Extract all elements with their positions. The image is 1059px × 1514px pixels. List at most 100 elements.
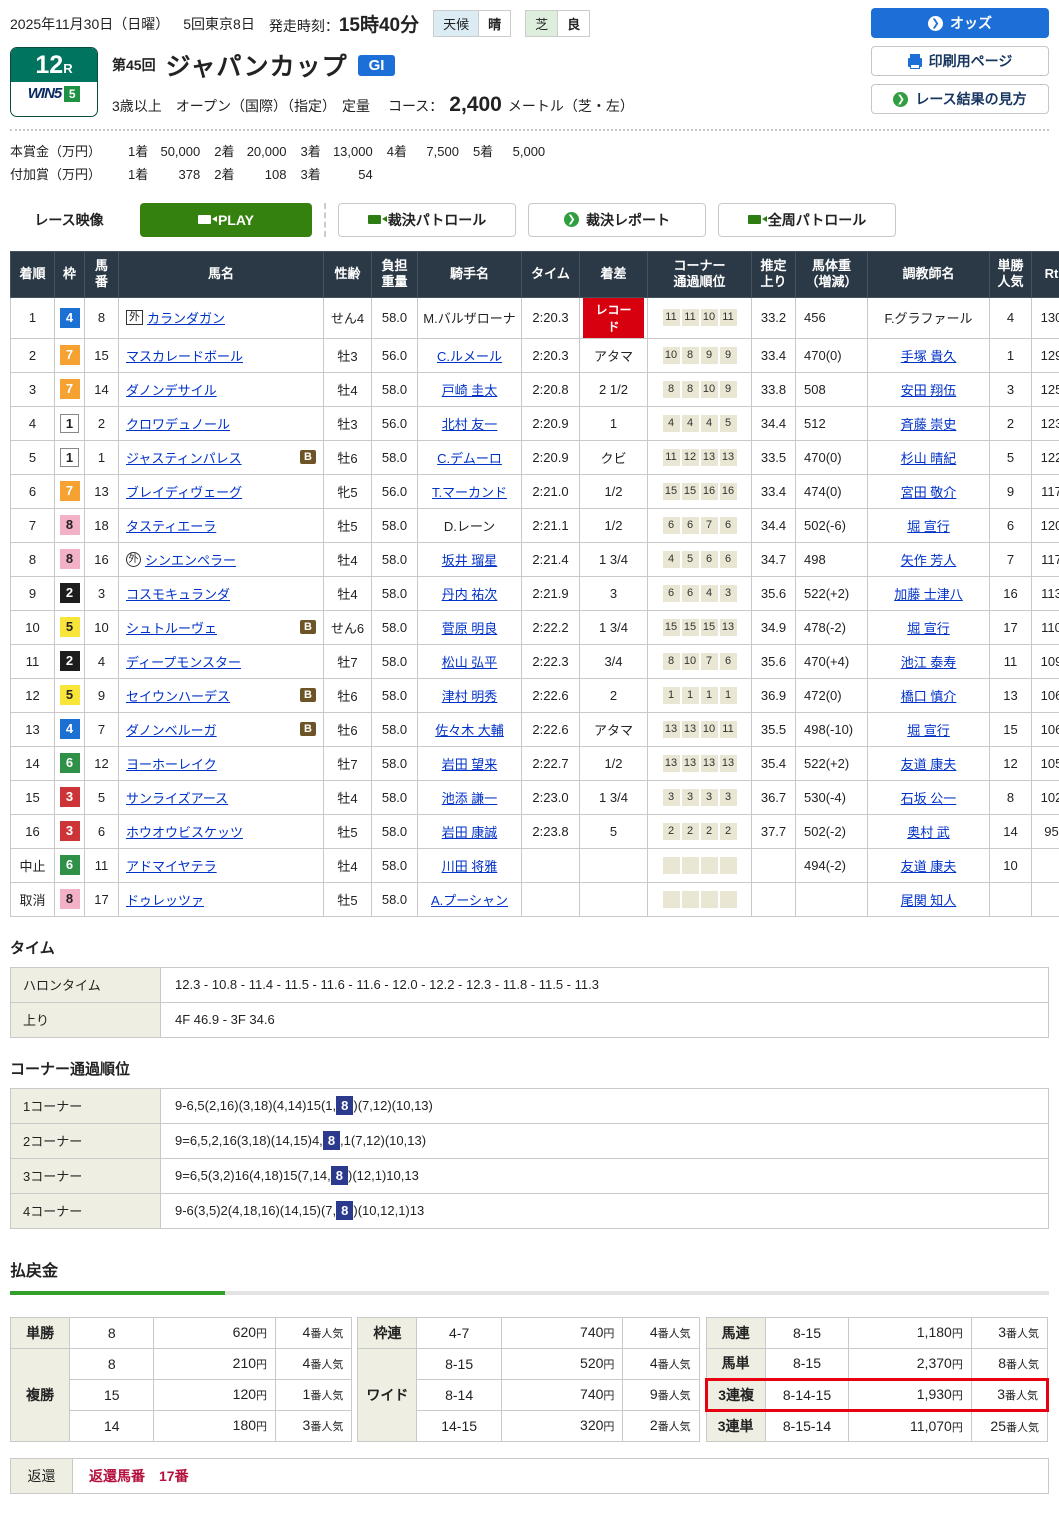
frame-number-badge: 3 [60,821,80,841]
jockey-name-link[interactable]: 池添 謙一 [442,791,498,806]
horse-weight: 522(+2) [796,576,868,610]
trainer-name-link[interactable]: 友道 康夫 [901,859,957,874]
corner-position-box: 7 [701,517,718,534]
win-popularity: 4 [990,297,1032,338]
payout-row: 馬連8-151,180円3番人気 [706,1317,1047,1348]
horse-name-link[interactable]: ヨーホーレイク [126,757,217,772]
win-popularity: 15 [990,712,1032,746]
trainer-name-link[interactable]: 斉藤 崇史 [901,417,957,432]
horse-name-link[interactable]: ホウオウビスケッツ [126,825,243,840]
payout-popularity: 4番人気 [623,1317,699,1348]
horse-weight: 456 [796,297,868,338]
horse-name-link[interactable]: ブレイディヴェーグ [126,485,242,500]
winner-number-highlight: 8 [336,1201,353,1220]
jockey-name-link[interactable]: T.マーカンド [432,485,507,500]
winner-number-highlight: 8 [336,1096,353,1115]
jockey-name-link[interactable]: 坂井 瑠星 [442,553,498,568]
trainer-name-link[interactable]: 手塚 貴久 [901,349,957,364]
trainer-name-link[interactable]: 堀 宣行 [907,519,950,534]
horse-weight: 530(-4) [796,780,868,814]
jockey-cell: 佐々木 大輔 [418,712,522,746]
payout-popularity: 3番人気 [971,1379,1047,1410]
horse-name-link[interactable]: シュトルーヴェ [126,621,217,636]
stewards-patrol-button[interactable]: 裁決パトロール [338,203,516,237]
jockey-name-link[interactable]: 津村 明秀 [442,689,498,704]
stewards-report-button[interactable]: ❯ 裁決レポート [528,203,706,237]
jockey-name-link[interactable]: A.プーシャン [431,893,508,908]
horse-name-link[interactable]: セイウンハーデス [126,689,230,704]
estimated-last3f: 35.6 [752,576,796,610]
carried-weight: 58.0 [372,678,418,712]
trainer-name-link[interactable]: 友道 康夫 [901,757,957,772]
sex-age: せん4 [324,297,372,338]
trainer-name-link[interactable]: 堀 宣行 [907,723,950,738]
trainer-name-link[interactable]: 杉山 晴紀 [901,451,957,466]
estimated-last3f: 33.8 [752,372,796,406]
horse-name-link[interactable]: サンライズアース [126,791,228,806]
jockey-name-link[interactable]: 佐々木 大輔 [435,723,504,738]
margin-cell: 1 [580,406,648,440]
horse-name-link[interactable]: ドゥレッツァ [126,893,204,908]
trainer-name-link[interactable]: 堀 宣行 [907,621,950,636]
horse-name-link[interactable]: ダノンベルーガ [126,723,217,738]
rating: 106 [1032,678,1059,712]
horse-name-link[interactable]: コスモキュランダ [126,587,230,602]
horse-name-cell: 外カランダガン [119,297,324,338]
horse-name-link[interactable]: ディープモンスター [126,655,241,670]
blinker-badge: B [300,722,316,736]
trainer-name-link[interactable]: 石坂 公一 [901,791,957,806]
margin-cell: 1/2 [580,474,648,508]
trainer-cell: 尾関 知人 [868,882,990,916]
play-button[interactable]: PLAY [140,203,312,237]
horse-name-link[interactable]: タスティエーラ [126,519,216,534]
jockey-name-link[interactable]: 戸崎 圭太 [442,383,498,398]
corner-position-box: 6 [720,517,737,534]
jockey-name-link[interactable]: 松山 弘平 [442,655,498,670]
horse-name-link[interactable]: ダノンデサイル [126,383,217,398]
horse-name-wrap: マスカレードボール [126,346,316,365]
trainer-name-link[interactable]: 奥村 武 [907,825,950,840]
trainer-name-link[interactable]: 宮田 敬介 [901,485,957,500]
payout-popularity: 1番人気 [276,1379,352,1410]
jockey-name-link[interactable]: 北村 友一 [442,417,498,432]
payout-row: 複勝8210円4番人気 [11,1348,352,1379]
horse-name-link[interactable]: ジャスティンパレス [126,451,242,466]
payout-popularity: 4番人気 [276,1348,352,1379]
horse-name-link[interactable]: クロワデュノール [126,417,230,432]
trainer-name-link[interactable]: 安田 翔伍 [901,383,957,398]
finish-position: 7 [11,508,55,542]
trainer-name-link[interactable]: 橋口 慎介 [901,689,957,704]
horse-name-link[interactable]: シンエンペラー [145,553,236,568]
jockey-name-link[interactable]: 岩田 望来 [442,757,498,772]
carried-weight: 58.0 [372,780,418,814]
horse-name-link[interactable]: カランダガン [147,311,225,326]
popularity-unit: 番人気 [1006,1422,1039,1434]
all-round-patrol-button[interactable]: 全周パトロール [718,203,896,237]
corner-positions-cell: 6643 [648,576,752,610]
jockey-name-link[interactable]: C.デムーロ [437,451,502,466]
jockey-cell: 津村 明秀 [418,678,522,712]
trainer-name-link[interactable]: 矢作 芳人 [901,553,957,568]
prize-pair: 1着50,000 [114,141,200,164]
time-section-title: タイム [10,937,1049,958]
horse-name-link[interactable]: アドマイヤテラ [126,859,217,874]
trainer-name-link[interactable]: 池江 泰寿 [901,655,957,670]
carried-weight: 58.0 [372,610,418,644]
frame-number-badge: 7 [60,481,80,501]
corner-positions-cell [648,848,752,882]
horse-name-cell: ヨーホーレイク [119,746,324,780]
print-page-button[interactable]: 印刷用ページ [871,46,1049,76]
estimated-last3f: 33.5 [752,440,796,474]
result-guide-button[interactable]: ❯ レース結果の見方 [871,84,1049,114]
odds-button[interactable]: ❯ オッズ [871,8,1049,38]
jockey-name-link[interactable]: 菅原 明良 [442,621,498,636]
trainer-name-link[interactable]: 尾関 知人 [901,893,957,908]
payout-amount: 620円 [154,1317,276,1348]
horse-name-link[interactable]: マスカレードボール [126,349,243,364]
trainer-name-link[interactable]: 加藤 士津八 [894,587,963,602]
jockey-name-link[interactable]: 丹内 祐次 [442,587,498,602]
corner-position-box: 13 [663,755,680,772]
jockey-name-link[interactable]: C.ルメール [437,349,502,364]
jockey-name-link[interactable]: 川田 将雅 [442,859,498,874]
jockey-name-link[interactable]: 岩田 康誠 [442,825,498,840]
